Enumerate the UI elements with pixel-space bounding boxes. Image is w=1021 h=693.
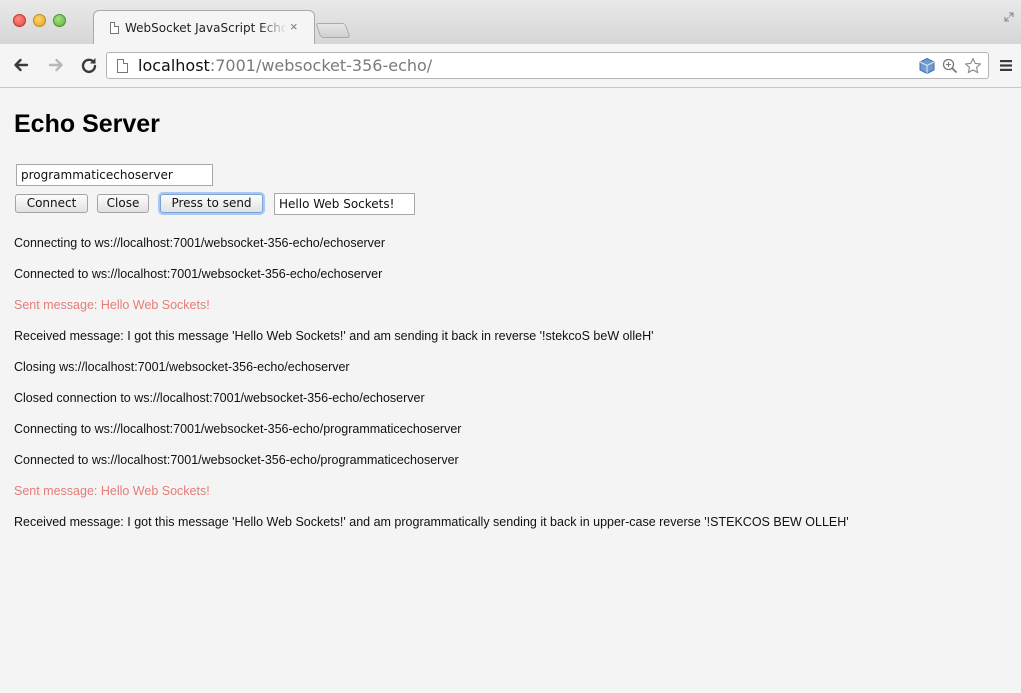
zoom-icon[interactable] [941,57,959,75]
page-title: Echo Server [14,110,160,138]
new-tab-button[interactable] [315,23,351,38]
message-log: Connecting to ws://localhost:7001/websoc… [14,236,1014,546]
url-path: :7001/websocket-356-echo/ [209,56,433,75]
endpoint-input[interactable]: programmaticechoserver [16,164,213,186]
log-line-sent: Sent message: Hello Web Sockets! [14,484,210,498]
close-window-button[interactable] [13,14,26,27]
close-button[interactable]: Close [97,194,149,213]
log-line: Connected to ws://localhost:7001/websock… [14,267,383,281]
connect-button[interactable]: Connect [15,194,88,213]
url-text[interactable]: localhost:7001/websocket-356-echo/ [138,56,432,75]
tab-close-icon[interactable]: × [290,19,298,34]
send-button[interactable]: Press to send [160,194,263,213]
address-bar[interactable]: localhost:7001/websocket-356-echo/ [106,52,989,79]
maximize-window-button[interactable] [53,14,66,27]
log-line-sent: Sent message: Hello Web Sockets! [14,298,210,312]
menu-icon[interactable] [999,59,1013,72]
log-line: Received message: I got this message 'He… [14,515,849,529]
star-icon[interactable] [964,57,982,75]
page-icon [117,59,128,73]
address-bar-icons [918,57,982,75]
back-arrow-icon[interactable] [11,55,31,75]
browser-toolbar: localhost:7001/websocket-356-echo/ [0,44,1021,88]
minimize-window-button[interactable] [33,14,46,27]
tab-websocket-echo[interactable]: WebSocket JavaScript Echo × [93,10,315,44]
log-line: Received message: I got this message 'He… [14,329,654,343]
page-icon [110,22,119,34]
log-line: Closing ws://localhost:7001/websocket-35… [14,360,350,374]
forward-arrow-icon[interactable] [46,55,66,75]
url-host: localhost [138,56,210,75]
extension-cube-icon[interactable] [918,57,936,75]
browser-window: WebSocket JavaScript Echo × localhost:70… [0,0,1021,693]
log-line: Connected to ws://localhost:7001/websock… [14,453,459,467]
page-content: Echo Server programmaticechoserver Conne… [0,88,1021,693]
tab-strip: WebSocket JavaScript Echo × [0,0,1021,44]
message-input[interactable]: Hello Web Sockets! [274,193,415,215]
log-line: Closed connection to ws://localhost:7001… [14,391,425,405]
log-line: Connecting to ws://localhost:7001/websoc… [14,236,386,250]
fullscreen-icon[interactable] [1004,12,1014,22]
log-line: Connecting to ws://localhost:7001/websoc… [14,422,462,436]
tab-title-fade [259,17,287,39]
reload-icon[interactable] [79,55,99,75]
